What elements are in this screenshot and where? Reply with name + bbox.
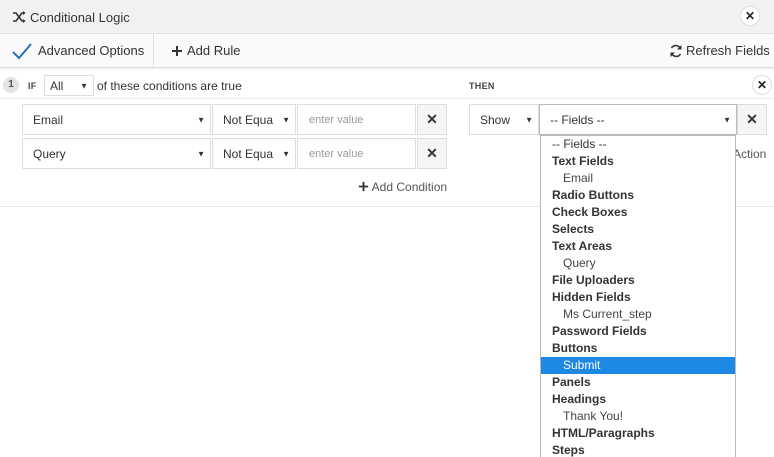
remove-rule-button[interactable]: ✕	[752, 75, 772, 95]
remove-icon: ✕	[426, 111, 438, 127]
add-condition-button[interactable]: Add Condition	[358, 180, 447, 194]
dropdown-option[interactable]: Email	[541, 170, 735, 187]
dropdown-group-label: Selects	[552, 222, 595, 236]
caret-down-icon: ▼	[282, 115, 290, 124]
condition-operator-select[interactable]: Not Equa ▼	[212, 104, 296, 135]
condition-operator-select[interactable]: Not Equa ▼	[212, 138, 296, 169]
dialog-title: Conditional Logic	[30, 10, 130, 25]
action-field-select[interactable]: -- Fields -- ▼	[539, 104, 737, 135]
dropdown-option[interactable]: Query	[541, 255, 735, 272]
dropdown-group-label: Check Boxes	[552, 205, 628, 219]
dropdown-option[interactable]: Ms Current_step	[541, 306, 735, 323]
dropdown-group-label: Password Fields	[552, 324, 647, 338]
dropdown-option[interactable]: -- Fields --	[541, 136, 735, 153]
rule-number: 1	[3, 77, 19, 93]
remove-icon: ✕	[426, 145, 438, 161]
remove-condition-button[interactable]: ✕	[417, 104, 447, 135]
dropdown-group-label: Hidden Fields	[552, 290, 631, 304]
dropdown-group-label: HTML/Paragraphs	[552, 426, 655, 440]
remove-action-button[interactable]: ✕	[737, 104, 767, 135]
advanced-options-button[interactable]: Advanced Options	[38, 43, 144, 58]
caret-down-icon: ▼	[723, 115, 731, 124]
remove-condition-button[interactable]: ✕	[417, 138, 447, 169]
caret-down-icon: ▼	[197, 115, 205, 124]
match-select[interactable]: All ▼	[44, 75, 94, 96]
dropdown-group-label: Text Fields	[552, 154, 614, 168]
title-bar: Conditional Logic	[0, 0, 774, 34]
fields-dropdown-list: -- Fields -- Text Fields Email Radio Button…	[540, 135, 736, 457]
dropdown-group-label: Headings	[552, 392, 607, 406]
caret-down-icon: ▼	[282, 149, 290, 158]
plus-icon	[358, 181, 369, 192]
plus-icon	[172, 46, 182, 56]
dropdown-group-label: File Uploaders	[552, 273, 635, 287]
match-suffix: of these conditions are true	[97, 79, 242, 93]
caret-down-icon: ▼	[525, 115, 533, 124]
close-dialog-button[interactable]: ✕	[740, 6, 760, 26]
dropdown-group-label: Buttons	[552, 341, 598, 355]
condition-value-input[interactable]: enter value	[297, 138, 416, 169]
caret-down-icon: ▼	[197, 149, 205, 158]
dropdown-option[interactable]: Submit	[541, 357, 735, 374]
condition-field-select[interactable]: Query ▼	[22, 138, 211, 169]
action-verb-select[interactable]: Show ▼	[469, 104, 539, 135]
dropdown-option[interactable]: Thank You!	[541, 408, 735, 425]
if-label: IF	[28, 81, 37, 91]
refresh-icon	[670, 44, 682, 58]
dropdown-group-label: Radio Buttons	[552, 188, 634, 202]
close-icon: ✕	[744, 9, 756, 23]
condition-field-select[interactable]: Email ▼	[22, 104, 211, 135]
condition-value-input[interactable]: enter value	[297, 104, 416, 135]
toolbar-separator	[153, 34, 154, 68]
add-rule-button[interactable]: Add Rule	[187, 43, 240, 58]
check-icon	[12, 43, 32, 60]
dropdown-group-label: Text Areas	[552, 239, 613, 253]
dropdown-group-label: Steps	[552, 443, 585, 457]
close-icon: ✕	[756, 78, 768, 92]
refresh-fields-button[interactable]: Refresh Fields	[686, 43, 770, 58]
toolbar: Advanced Options Add Rule Refresh Fields	[0, 34, 774, 68]
remove-icon: ✕	[746, 111, 758, 127]
shuffle-icon	[13, 11, 26, 23]
caret-down-icon: ▼	[80, 81, 88, 90]
then-label: THEN	[469, 81, 495, 91]
dropdown-group-label: Panels	[552, 375, 591, 389]
action-label: Action	[733, 147, 767, 161]
